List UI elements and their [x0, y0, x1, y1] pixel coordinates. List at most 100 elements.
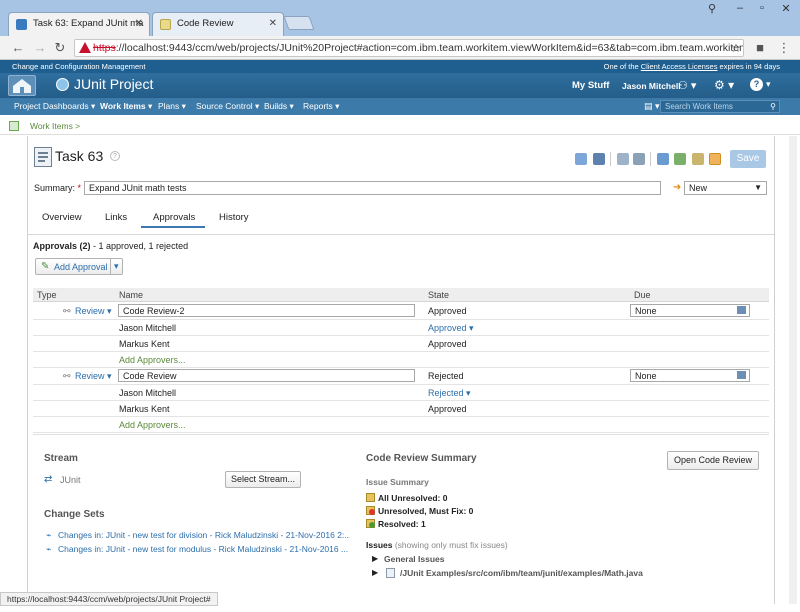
- minimize-button[interactable]: –: [728, 2, 752, 18]
- breadcrumb-row: Work Items >: [0, 115, 800, 135]
- expand-triangle-icon[interactable]: ▶: [372, 554, 378, 563]
- copy-icon[interactable]: [617, 153, 629, 165]
- search-icon[interactable]: ⚲: [770, 101, 776, 112]
- refresh-icon[interactable]: [709, 153, 721, 165]
- browser-tab-label: Task 63: Expand JUnit ma: [33, 18, 144, 29]
- add-approvers-link[interactable]: Add Approvers...: [119, 355, 186, 365]
- home-icon[interactable]: [8, 75, 36, 96]
- search-scope-icon[interactable]: ▤ ▾: [644, 98, 660, 115]
- vertical-scrollbar[interactable]: [789, 136, 797, 604]
- column-due: Due: [634, 290, 651, 300]
- approver-state: Approved: [428, 404, 467, 414]
- extension-icon[interactable]: ■: [752, 40, 768, 56]
- tab-links[interactable]: Links: [105, 212, 127, 223]
- change-sets-heading: Change Sets: [44, 509, 105, 520]
- java-file-icon: [386, 568, 395, 578]
- add-approvers-link[interactable]: Add Approvers...: [119, 420, 186, 430]
- workitem-title: Task 63: [55, 148, 104, 164]
- add-approval-icon: ✎: [41, 261, 50, 272]
- grid-icon[interactable]: [9, 121, 19, 131]
- duplicate-icon[interactable]: [633, 153, 645, 165]
- print-icon[interactable]: [575, 153, 587, 165]
- clipboard-icon[interactable]: [692, 153, 704, 165]
- stream-icon: ⇄: [44, 474, 53, 485]
- menu-builds[interactable]: Builds ▾: [264, 98, 294, 115]
- workitem-editor: Task 63 ? Save Summary: * Expand JUnit m…: [27, 136, 775, 604]
- approvals-table-header: [33, 288, 769, 302]
- menu-reports[interactable]: Reports ▾: [303, 98, 339, 115]
- changeset-link[interactable]: Changes in: JUnit - new test for divisio…: [58, 530, 350, 540]
- due-date-input[interactable]: None: [630, 369, 750, 382]
- calendar-icon[interactable]: [737, 306, 746, 314]
- select-stream-button[interactable]: Select Stream...: [225, 471, 301, 488]
- plugin-icon[interactable]: [674, 153, 686, 165]
- approver-name: Jason Mitchell: [119, 323, 177, 333]
- url-scheme: https: [93, 42, 116, 54]
- chevron-down-icon[interactable]: ▾: [110, 259, 119, 274]
- menu-work-items[interactable]: Work Items ▾: [100, 98, 152, 115]
- approval-name-input[interactable]: Code Review: [118, 369, 415, 382]
- menu-project-dashboards[interactable]: Project Dashboards ▾: [14, 98, 95, 115]
- license-link[interactable]: Client Access Licenses: [641, 62, 718, 71]
- status-value: New: [689, 183, 708, 193]
- review-type-icon: ⚯: [63, 371, 71, 381]
- close-tab-icon[interactable]: ✕: [269, 18, 277, 29]
- project-title[interactable]: JUnit Project: [74, 76, 153, 92]
- new-tab-button[interactable]: [283, 16, 315, 30]
- approver-state-select[interactable]: Approved ▾: [428, 323, 474, 334]
- my-stuff-link[interactable]: My Stuff: [572, 80, 609, 91]
- expand-triangle-icon[interactable]: ▶: [372, 568, 378, 577]
- search-placeholder: Search Work Items: [665, 102, 733, 111]
- help-icon[interactable]: ?: [750, 78, 763, 91]
- save-button[interactable]: Save: [730, 150, 766, 168]
- browser-tab-task[interactable]: Task 63: Expand JUnit ma ✕: [8, 12, 150, 36]
- page-tab-icon: [160, 19, 171, 30]
- calendar-icon[interactable]: [737, 371, 746, 379]
- gear-icon[interactable]: ⚙ ▾: [714, 78, 734, 92]
- file-path[interactable]: /JUnit Examples/src/com/ibm/team/junit/e…: [400, 568, 643, 578]
- email-icon[interactable]: [593, 153, 605, 165]
- approver-name: Markus Kent: [119, 404, 170, 414]
- search-input[interactable]: Search Work Items ⚲: [660, 100, 780, 113]
- approver-state-select[interactable]: Rejected ▾: [428, 388, 471, 399]
- tab-history[interactable]: History: [219, 212, 249, 223]
- add-approvers-row: Add Approvers...: [33, 352, 769, 368]
- team-icon[interactable]: ⚇ ▾: [678, 79, 696, 92]
- project-header: JUnit Project My Stuff Jason Mitchell ⚇ …: [0, 73, 800, 98]
- summary-input[interactable]: Expand JUnit math tests: [84, 181, 661, 195]
- bookmark-star-icon[interactable]: ☆: [728, 40, 744, 56]
- tab-approvals[interactable]: Approvals: [153, 212, 195, 223]
- open-code-review-button[interactable]: Open Code Review: [667, 451, 759, 470]
- chevron-down-icon[interactable]: ▾: [766, 79, 771, 90]
- menu-source-control[interactable]: Source Control ▾: [196, 98, 259, 115]
- breadcrumb[interactable]: Work Items >: [30, 121, 80, 131]
- approval-type-select[interactable]: Review ▾: [75, 306, 112, 317]
- column-state: State: [428, 290, 450, 300]
- maximize-button[interactable]: ▫: [750, 2, 774, 18]
- user-name[interactable]: Jason Mitchell: [622, 81, 681, 91]
- tab-overview[interactable]: Overview: [42, 212, 82, 223]
- approver-state: Approved: [428, 323, 467, 333]
- changeset-link[interactable]: Changes in: JUnit - new test for modulus…: [58, 544, 350, 554]
- browser-tab-code-review[interactable]: Code Review ✕: [152, 12, 284, 36]
- browser-tabstrip: Task 63: Expand JUnit ma ✕ Code Review ✕…: [0, 0, 800, 36]
- approver-name: Jason Mitchell: [119, 388, 177, 398]
- link-icon[interactable]: [657, 153, 669, 165]
- url-input[interactable]: https://localhost:9443/ccm/web/projects/…: [74, 39, 744, 57]
- user-profile-icon[interactable]: ⚲: [700, 2, 724, 18]
- reload-icon[interactable]: ↻: [52, 40, 68, 56]
- menu-plans[interactable]: Plans ▾: [158, 98, 186, 115]
- approval-name-input[interactable]: Code Review-2: [118, 304, 415, 317]
- add-approval-button[interactable]: ✎ Add Approval ▾: [35, 258, 123, 275]
- close-tab-icon[interactable]: ✕: [135, 18, 143, 29]
- back-icon[interactable]: ←: [10, 40, 26, 56]
- approval-type-select[interactable]: Review ▾: [75, 371, 112, 382]
- forward-icon[interactable]: →: [32, 40, 48, 56]
- due-date-input[interactable]: None: [630, 304, 750, 317]
- status-select[interactable]: New ▼: [684, 181, 767, 195]
- help-icon[interactable]: ?: [110, 151, 120, 161]
- menu-dots-icon[interactable]: ⋮: [776, 40, 792, 56]
- column-name: Name: [119, 290, 144, 300]
- close-window-button[interactable]: ✕: [774, 2, 798, 18]
- general-issues[interactable]: General Issues: [384, 554, 444, 564]
